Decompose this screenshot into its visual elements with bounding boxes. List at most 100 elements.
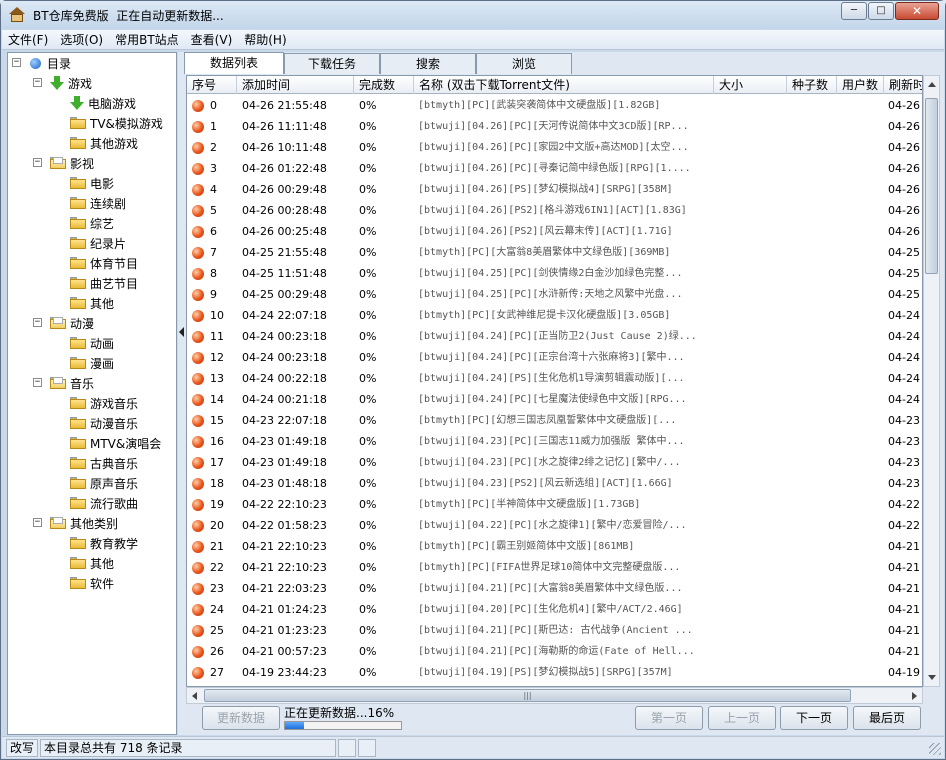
cell-name[interactable]: [btwuji][04.19][PS][梦幻模拟战5][SRPG][357M] xyxy=(414,662,714,683)
hscroll-thumb[interactable]: ||| xyxy=(204,689,851,702)
prev-page-button[interactable]: 上一页 xyxy=(708,706,776,730)
tree-item[interactable]: 体育节目 xyxy=(8,253,138,273)
tree-item[interactable]: 电影 xyxy=(8,173,114,193)
table-row[interactable]: 13 04-24 00:22:18 0% [btwuji][04.24][PS][生化… xyxy=(187,368,922,389)
table-row[interactable]: 18 04-23 01:48:18 0% [btwuji][04.23][PS2][风… xyxy=(187,473,922,494)
table-row[interactable]: 14 04-24 00:21:18 0% [btwuji][04.24][PC][七星… xyxy=(187,389,922,410)
table-row[interactable]: 21 04-21 22:10:23 0% [btmyth][PC][霸王别姬简体中文版… xyxy=(187,536,922,557)
cell-name[interactable]: [btwuji][04.26][PS][梦幻模拟战4][SRPG][358M] xyxy=(414,179,714,200)
table-row[interactable]: 10 04-24 22:07:18 0% [btmyth][PC][女武神维尼提卡汉化… xyxy=(187,305,922,326)
menu-bt-sites[interactable]: 常用BT站点 xyxy=(109,30,185,50)
tab-data-list[interactable]: 数据列表 xyxy=(184,52,284,74)
collapse-toggle-icon[interactable]: − xyxy=(33,378,42,387)
cell-name[interactable]: [btwuji][04.24][PC][正当防卫2(Just Cause 2)绿… xyxy=(414,326,714,347)
tree-item[interactable]: MTV&演唱会 xyxy=(8,433,161,453)
cell-name[interactable]: [btmyth][PC][女武神维尼提卡汉化硬盘版][3.05GB] xyxy=(414,305,714,326)
tree-item[interactable]: 纪录片 xyxy=(8,233,126,253)
tree-item[interactable]: 电脑游戏 xyxy=(8,93,136,113)
col-size[interactable]: 大小 xyxy=(714,76,787,94)
table-row[interactable]: 4 04-26 00:29:48 0% [btwuji][04.26][PS][梦幻模… xyxy=(187,179,922,200)
tree-item[interactable]: TV&模拟游戏 xyxy=(8,113,163,133)
collapse-toggle-icon[interactable]: − xyxy=(33,518,42,527)
tree-item[interactable]: 软件 xyxy=(8,573,114,593)
cell-name[interactable]: [btwuji][04.26][PS2][风云幕末传][ACT][1.71G] xyxy=(414,221,714,242)
table-row[interactable]: 26 04-21 00:57:23 0% [btwuji][04.21][PC][海勒… xyxy=(187,641,922,662)
table-row[interactable]: 0 04-26 21:55:48 0% [btmyth][PC][武装突袭简体中文硬盘… xyxy=(187,95,922,116)
table-row[interactable]: 22 04-21 22:10:23 0% [btmyth][PC][FIFA世界足球1… xyxy=(187,557,922,578)
col-added-time[interactable]: 添加时间 xyxy=(237,76,354,94)
tree-group-video[interactable]: − 影视 xyxy=(8,153,94,173)
col-users[interactable]: 用户数 xyxy=(837,76,884,94)
cell-name[interactable]: [btwuji][04.26][PC][寻秦记简中绿色版][RPG][1.... xyxy=(414,158,714,179)
table-row[interactable]: 15 04-23 22:07:18 0% [btmyth][PC][幻想三国志凤凰誓繁… xyxy=(187,410,922,431)
col-refresh-time[interactable]: 刷新时 xyxy=(884,76,922,94)
tab-search[interactable]: 搜索 xyxy=(380,53,476,74)
tree-item[interactable]: 教育教学 xyxy=(8,533,138,553)
cell-name[interactable]: [btwuji][04.20][PC][生化危机4][繁中/ACT/2.46G] xyxy=(414,599,714,620)
table-row[interactable]: 1 04-26 11:11:48 0% [btwuji][04.26][PC][天河传… xyxy=(187,116,922,137)
cell-name[interactable]: [btwuji][04.21][PC][海勒斯的命运(Fate of Hell.… xyxy=(414,641,714,662)
tree-item[interactable]: 综艺 xyxy=(8,213,114,233)
last-page-button[interactable]: 最后页 xyxy=(853,706,921,730)
cell-name[interactable]: [btwuji][04.21][PC][斯巴达: 古代战争(Ancient ..… xyxy=(414,620,714,641)
menu-file[interactable]: 文件(F) xyxy=(2,30,54,50)
cell-name[interactable]: [btwuji][04.24][PC][正宗台湾十六张麻将3][繁中... xyxy=(414,347,714,368)
col-name[interactable]: 名称 (双击下载Torrent文件) xyxy=(414,76,714,94)
close-button[interactable]: ✕ xyxy=(895,2,939,20)
table-row[interactable]: 27 04-19 23:44:23 0% [btwuji][04.19][PS][梦幻… xyxy=(187,662,922,683)
scroll-thumb[interactable] xyxy=(925,98,938,274)
cell-name[interactable]: [btwuji][04.26][PC][天河传说简体中文3CD版][RP... xyxy=(414,116,714,137)
title-bar[interactable]: BT仓库免费版 正在自动更新数据... ─ □ ✕ xyxy=(1,1,945,29)
scroll-right-icon[interactable] xyxy=(912,692,917,700)
category-tree[interactable]: − 目录 − 游戏 电脑游戏 TV&模拟游戏 其他游戏 − 影视 电影 连续剧 综艺 纪录片 体育节目 曲艺… xyxy=(7,52,177,735)
table-row[interactable]: 2 04-26 10:11:48 0% [btwuji][04.26][PC][家园2… xyxy=(187,137,922,158)
table-row[interactable]: 12 04-24 00:23:18 0% [btwuji][04.24][PC][正宗… xyxy=(187,347,922,368)
cell-name[interactable]: [btmyth][PC][霸王别姬简体中文版][861MB] xyxy=(414,536,714,557)
cell-name[interactable]: [btwuji][04.26][PC][家园2中文版+高达MOD][太空... xyxy=(414,137,714,158)
tree-item[interactable]: 流行歌曲 xyxy=(8,493,138,513)
tree-item[interactable]: 动漫音乐 xyxy=(8,413,138,433)
cell-name[interactable]: [btmyth][PC][大富翁8美眉繁体中文绿色版][369MB] xyxy=(414,242,714,263)
scroll-down-icon[interactable] xyxy=(928,675,936,680)
cell-name[interactable]: [btmyth][PC][武装突袭简体中文硬盘版][1.82GB] xyxy=(414,95,714,116)
tree-item[interactable]: 其他游戏 xyxy=(8,133,138,153)
tree-item[interactable]: 曲艺节目 xyxy=(8,273,138,293)
scroll-up-icon[interactable] xyxy=(928,82,936,87)
cell-name[interactable]: [btwuji][04.23][PC][三国志11威力加强版 繁体中... xyxy=(414,431,714,452)
col-seeds[interactable]: 种子数 xyxy=(787,76,837,94)
collapse-toggle-icon[interactable]: − xyxy=(12,58,21,67)
col-completed[interactable]: 完成数 xyxy=(354,76,414,94)
update-data-button[interactable]: 更新数据 xyxy=(202,706,280,730)
cell-name[interactable]: [btwuji][04.24][PC][七星魔法使绿色中文版][RPG... xyxy=(414,389,714,410)
tree-item[interactable]: 漫画 xyxy=(8,353,114,373)
tree-group-other[interactable]: − 其他类别 xyxy=(8,513,118,533)
tree-item[interactable]: 古典音乐 xyxy=(8,453,138,473)
menu-help[interactable]: 帮助(H) xyxy=(238,30,292,50)
table-row[interactable]: 17 04-23 01:49:18 0% [btwuji][04.23][PC][水之… xyxy=(187,452,922,473)
table-row[interactable]: 19 04-22 22:10:23 0% [btmyth][PC][半神简体中文硬盘版… xyxy=(187,494,922,515)
table-row[interactable]: 23 04-21 22:03:23 0% [btwuji][04.21][PC][大富… xyxy=(187,578,922,599)
table-row[interactable]: 20 04-22 01:58:23 0% [btwuji][04.22][PC][水之… xyxy=(187,515,922,536)
resize-grip-icon[interactable] xyxy=(929,743,941,755)
tree-root[interactable]: − 目录 xyxy=(8,53,71,73)
cell-name[interactable]: [btwuji][04.22][PC][水之旋律1][繁中/恋爱冒险/... xyxy=(414,515,714,536)
tree-item[interactable]: 游戏音乐 xyxy=(8,393,138,413)
table-row[interactable]: 3 04-26 01:22:48 0% [btwuji][04.26][PC][寻秦记… xyxy=(187,158,922,179)
cell-name[interactable]: [btwuji][04.26][PS2][格斗游戏6IN1][ACT][1.83… xyxy=(414,200,714,221)
cell-name[interactable]: [btwuji][04.24][PS][生化危机1导演剪辑震动版][... xyxy=(414,368,714,389)
maximize-button[interactable]: □ xyxy=(868,2,894,20)
cell-name[interactable]: [btwuji][04.23][PS2][风云新选组][ACT][1.66G] xyxy=(414,473,714,494)
cell-name[interactable]: [btwuji][04.23][PC][水之旋律2绯之记忆][繁中/... xyxy=(414,452,714,473)
menu-view[interactable]: 查看(V) xyxy=(185,30,239,50)
collapse-toggle-icon[interactable]: − xyxy=(33,318,42,327)
table-row[interactable]: 9 04-25 00:29:48 0% [btwuji][04.25][PC][水浒新… xyxy=(187,284,922,305)
tab-download-tasks[interactable]: 下载任务 xyxy=(284,53,380,74)
tree-group-games[interactable]: − 游戏 xyxy=(8,73,92,93)
table-row[interactable]: 6 04-26 00:25:48 0% [btwuji][04.26][PS2][风云… xyxy=(187,221,922,242)
table-row[interactable]: 11 04-24 00:23:18 0% [btwuji][04.24][PC][正当… xyxy=(187,326,922,347)
col-index[interactable]: 序号 xyxy=(187,76,237,94)
cell-name[interactable]: [btwuji][04.25][PC][水浒新传:天地之风繁中光盘... xyxy=(414,284,714,305)
tree-item[interactable]: 原声音乐 xyxy=(8,473,138,493)
cell-name[interactable]: [btmyth][PC][幻想三国志凤凰誓繁体中文硬盘版][... xyxy=(414,410,714,431)
tree-group-anime[interactable]: − 动漫 xyxy=(8,313,94,333)
